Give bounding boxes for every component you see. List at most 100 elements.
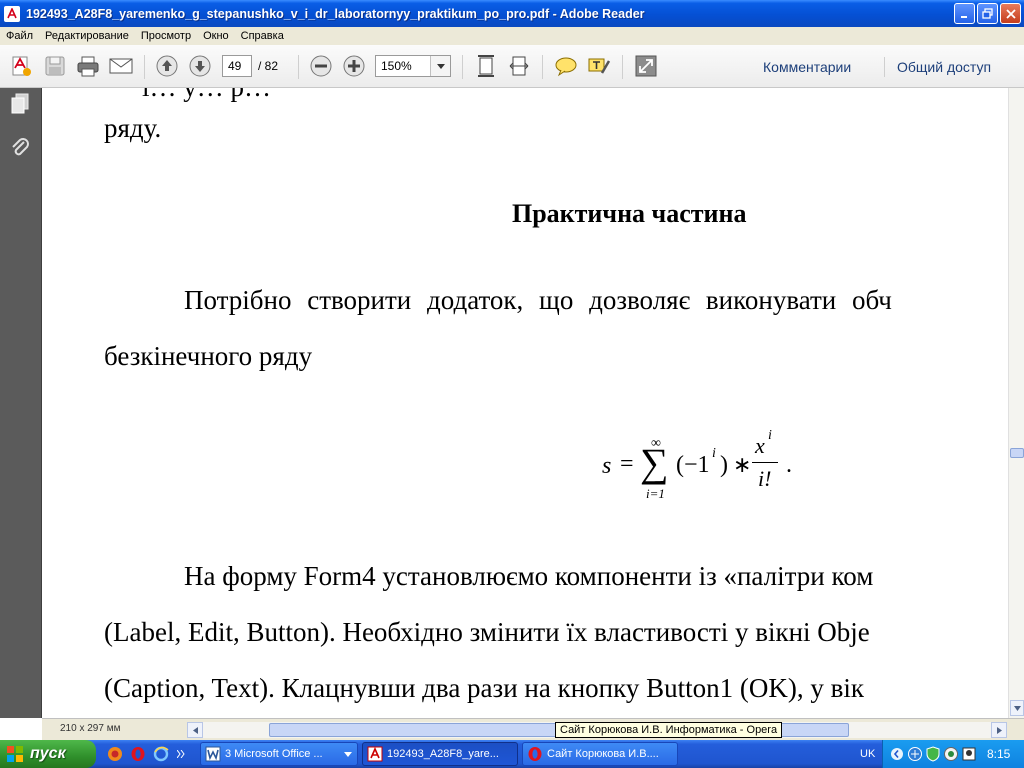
- language-indicator[interactable]: UK: [860, 748, 875, 760]
- formula-sigma: ∑: [640, 440, 669, 485]
- quicklaunch-more[interactable]: [176, 745, 186, 763]
- zoom-in-icon: [343, 55, 365, 77]
- tray-expand-button[interactable]: [889, 746, 905, 762]
- chevron-right-icon: [996, 726, 1002, 734]
- zoom-select[interactable]: 150%: [375, 55, 451, 77]
- scroll-down-button[interactable]: [1010, 700, 1024, 716]
- system-tray: 8:15: [882, 740, 1024, 768]
- menu-help[interactable]: Справка: [235, 30, 290, 42]
- paperclip-icon: [12, 138, 29, 156]
- restore-button[interactable]: [977, 3, 998, 24]
- share-link[interactable]: Общий доступ: [897, 59, 991, 75]
- print-button[interactable]: [75, 53, 101, 79]
- document-view[interactable]: і… у… р… ряду. Практична частина Потрібн…: [42, 88, 1008, 718]
- tray-icon-app[interactable]: [961, 746, 977, 762]
- highlight-text-icon: [588, 58, 611, 74]
- save-icon: [45, 56, 65, 76]
- task-label: 3 Microsoft Office ...: [225, 748, 323, 760]
- email-button[interactable]: [108, 53, 134, 79]
- previous-page-button[interactable]: [154, 53, 180, 79]
- zoom-in-button[interactable]: [341, 53, 367, 79]
- zoom-dropdown-button[interactable]: [430, 56, 450, 76]
- add-comment-button[interactable]: [553, 53, 579, 79]
- vertical-scroll-thumb[interactable]: [1010, 448, 1024, 458]
- minimize-button[interactable]: [954, 3, 975, 24]
- navigation-pane: [0, 88, 42, 718]
- quicklaunch-ie[interactable]: [152, 745, 170, 763]
- pages-icon: [11, 93, 29, 114]
- window-title: 192493_A28F8_yaremenko_g_stepanushko_v_i…: [26, 6, 645, 21]
- create-pdf-button[interactable]: [8, 53, 34, 79]
- chevron-double-right-icon: [177, 750, 185, 758]
- pages-panel-button[interactable]: [9, 93, 31, 115]
- save-button[interactable]: [42, 53, 68, 79]
- scroll-left-button[interactable]: [187, 722, 203, 738]
- menu-file[interactable]: Файл: [0, 30, 39, 42]
- formula-denominator: i!: [758, 466, 772, 491]
- arrow-up-icon: [156, 55, 178, 77]
- page-size-label: 210 x 297 мм: [60, 723, 121, 734]
- quicklaunch-browser[interactable]: [106, 745, 124, 763]
- minimize-icon: [960, 15, 967, 18]
- page-number-input[interactable]: 49: [222, 55, 252, 77]
- formula-numerator-exponent: i: [768, 428, 772, 443]
- comments-link[interactable]: Комментарии: [763, 59, 851, 75]
- expand-icon: [635, 55, 657, 77]
- arrow-down-icon: [189, 55, 211, 77]
- formula-term-exponent: i: [712, 446, 716, 461]
- menu-edit[interactable]: Редактирование: [39, 30, 135, 42]
- doc-line: На форму Form4 установлюємо компоненти і…: [184, 561, 874, 591]
- doc-line-cut: і… у… р…: [142, 88, 271, 103]
- doc-line: ряду.: [104, 113, 162, 143]
- tray-icon-security[interactable]: [925, 746, 941, 762]
- full-screen-button[interactable]: [633, 53, 659, 79]
- menu-bar: Файл Редактирование Просмотр Окно Справк…: [0, 27, 1024, 45]
- doc-line: Потрібно створити додаток, що дозволяє в…: [184, 285, 892, 315]
- menu-view[interactable]: Просмотр: [135, 30, 197, 42]
- tray-icon-network[interactable]: [907, 746, 923, 762]
- antivirus-icon: [944, 747, 958, 761]
- fit-page-icon: [478, 55, 494, 77]
- toolbar: 49 / 82 150% Комментарии Общий доступ: [0, 45, 1024, 88]
- formula-multiply: ∗: [733, 452, 752, 477]
- chevron-down-icon: [1013, 705, 1021, 711]
- formula-lower-limit: i=1: [646, 486, 665, 501]
- start-button[interactable]: пуск: [0, 740, 96, 768]
- network-icon: [908, 747, 922, 761]
- browser-icon: [108, 747, 122, 761]
- zoom-value: 150%: [381, 59, 412, 73]
- doc-heading: Практична частина: [512, 199, 747, 228]
- vertical-scrollbar[interactable]: [1008, 88, 1024, 718]
- quicklaunch-opera[interactable]: [129, 745, 147, 763]
- title-bar: 192493_A28F8_yaremenko_g_stepanushko_v_i…: [0, 0, 1024, 27]
- doc-line: (Label, Edit, Button). Необхідно змінити…: [104, 617, 870, 647]
- taskbar-tooltip: Сайт Корюкова И.В. Информатика - Opera: [555, 722, 783, 738]
- menu-window[interactable]: Окно: [197, 30, 235, 42]
- fit-width-button[interactable]: [506, 53, 532, 79]
- clock: 8:15: [987, 747, 1011, 761]
- formula-term: (−1: [676, 452, 710, 478]
- fit-page-button[interactable]: [473, 53, 499, 79]
- task-opera[interactable]: Сайт Корюкова И.В....: [522, 742, 678, 766]
- fit-width-icon: [509, 56, 529, 76]
- formula-lhs: s: [602, 453, 612, 479]
- task-word[interactable]: 3 Microsoft Office ...: [200, 742, 358, 766]
- opera-icon: [527, 746, 543, 762]
- next-page-button[interactable]: [187, 53, 213, 79]
- close-button[interactable]: [1000, 3, 1021, 24]
- formula-term-close: ): [720, 452, 728, 478]
- close-icon: [1005, 8, 1016, 19]
- word-icon: [205, 746, 221, 762]
- highlight-button[interactable]: [586, 53, 612, 79]
- task-adobe-reader[interactable]: 192493_A28F8_yare...: [362, 742, 518, 766]
- internet-explorer-icon: [153, 746, 169, 762]
- zoom-out-button[interactable]: [308, 53, 334, 79]
- series-formula: s = ∞ ∑ i=1 (−1 i ) ∗ x i i! .: [600, 428, 810, 508]
- attachments-panel-button[interactable]: [9, 136, 31, 158]
- print-icon: [77, 56, 99, 77]
- scroll-right-button[interactable]: [991, 722, 1007, 738]
- taskbar: пуск 3 Microsoft Office ... 192493_A28F8…: [0, 740, 1024, 768]
- comment-icon: [555, 57, 577, 77]
- chevron-left-circle-icon: [891, 748, 903, 760]
- tray-icon-antivirus[interactable]: [943, 746, 959, 762]
